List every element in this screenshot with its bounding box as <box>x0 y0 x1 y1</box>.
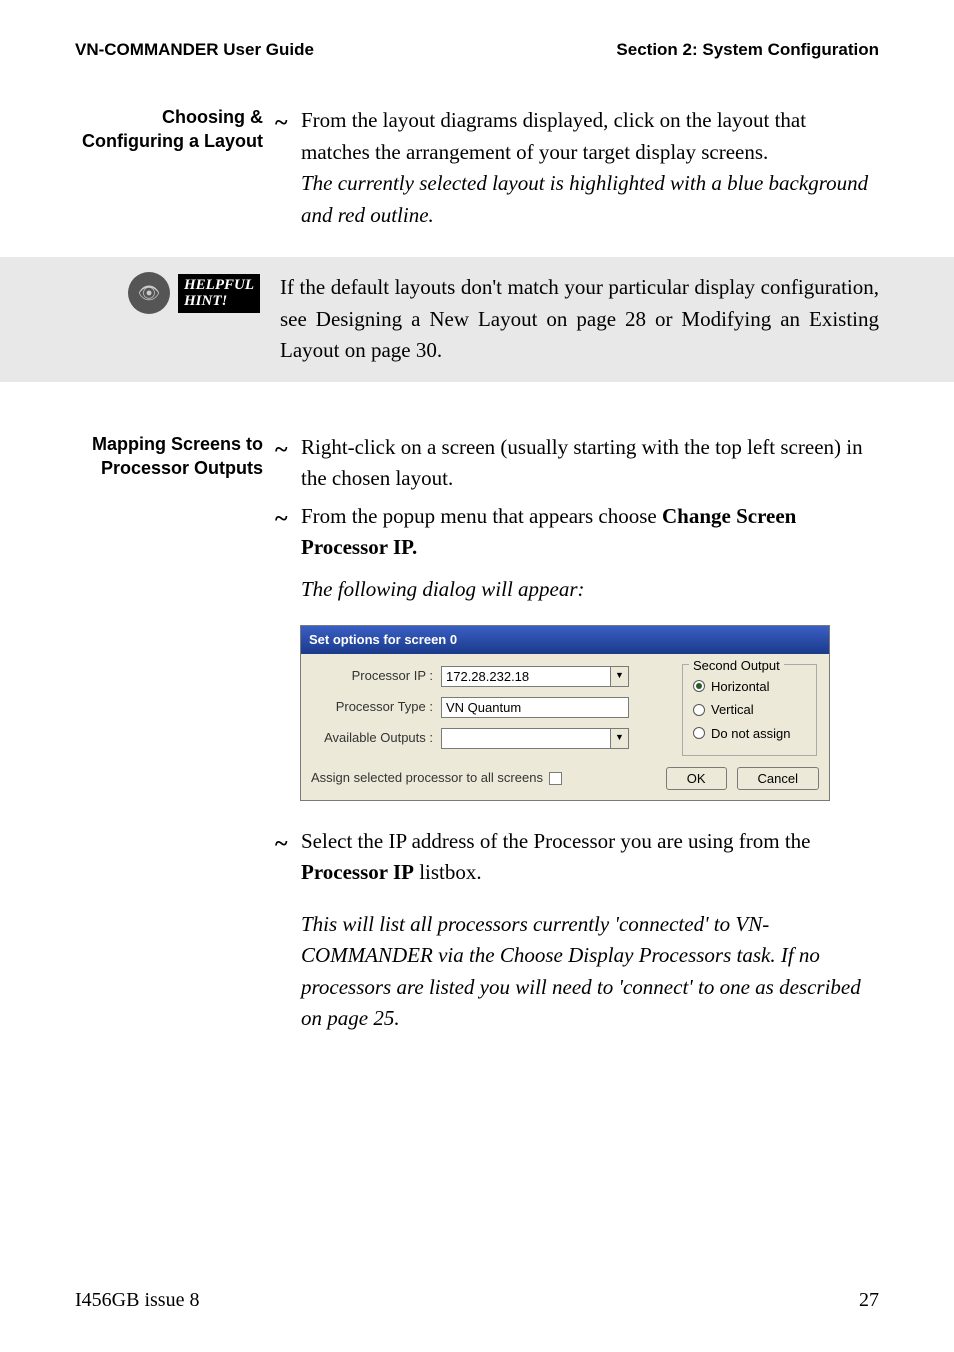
bullet-marker: ~ <box>275 826 301 889</box>
radio-icon <box>693 704 705 716</box>
available-outputs-label: Available Outputs : <box>311 728 441 748</box>
header-left: VN-COMMANDER User Guide <box>75 40 314 60</box>
second-output-groupbox: Second Output Horizontal Vertical <box>682 664 817 757</box>
radio-do-not-assign[interactable]: Do not assign <box>693 724 806 744</box>
assign-all-checkbox-row[interactable]: Assign selected processor to all screens <box>311 768 656 788</box>
processor-type-label: Processor Type : <box>311 697 441 717</box>
processor-ip-label: Processor IP : <box>311 666 441 686</box>
processor-type-input[interactable] <box>441 697 629 718</box>
section1-bullet1: From the layout diagrams displayed, clic… <box>301 105 879 231</box>
section-heading-mapping: Mapping Screens to Processor Outputs <box>75 432 275 1035</box>
radio-icon <box>693 680 705 692</box>
chevron-down-icon[interactable]: ▼ <box>611 728 629 749</box>
section2-bullet3: Select the IP address of the Processor y… <box>301 826 879 889</box>
checkbox-icon[interactable] <box>549 772 562 785</box>
bullet-marker: ~ <box>275 501 301 564</box>
chevron-down-icon[interactable]: ▼ <box>611 666 629 687</box>
bullet-marker: ~ <box>275 432 301 495</box>
section2-italic1: The following dialog will appear: <box>301 574 879 606</box>
radio-vertical[interactable]: Vertical <box>693 700 806 720</box>
section2-bullet2: From the popup menu that appears choose … <box>301 501 879 564</box>
cancel-button[interactable]: Cancel <box>737 767 819 790</box>
processor-ip-input[interactable] <box>441 666 611 687</box>
processor-ip-dropdown[interactable]: ▼ <box>441 666 629 687</box>
bullet-marker: ~ <box>275 105 301 231</box>
header-right: Section 2: System Configuration <box>616 40 879 60</box>
groupbox-title: Second Output <box>689 656 784 676</box>
radio-horizontal[interactable]: Horizontal <box>693 677 806 697</box>
ok-button[interactable]: OK <box>666 767 727 790</box>
section1-italic1: The currently selected layout is highlig… <box>301 168 879 231</box>
radio-icon <box>693 727 705 739</box>
section-heading-choosing: Choosing & Configuring a Layout <box>75 105 275 237</box>
available-outputs-input[interactable] <box>441 728 611 749</box>
available-outputs-dropdown[interactable]: ▼ <box>441 728 629 749</box>
hint-text: If the default layouts don't match your … <box>280 272 934 367</box>
section2-italic2: This will list all processors currently … <box>301 909 879 1035</box>
footer-page-number: 27 <box>859 1289 879 1312</box>
hint-box: HELPFUL HINT! If the default layouts don… <box>0 257 954 382</box>
hint-label: HELPFUL HINT! <box>178 274 260 313</box>
dialog-title: Set options for screen 0 <box>301 626 829 654</box>
set-options-dialog: Set options for screen 0 Processor IP : … <box>300 625 830 801</box>
section2-bullet1: Right-click on a screen (usually startin… <box>301 432 879 495</box>
footer-issue: I456GB issue 8 <box>75 1289 199 1312</box>
page-header: VN-COMMANDER User Guide Section 2: Syste… <box>75 40 879 60</box>
hint-icon <box>128 272 170 314</box>
page-footer: I456GB issue 8 27 <box>75 1289 879 1312</box>
